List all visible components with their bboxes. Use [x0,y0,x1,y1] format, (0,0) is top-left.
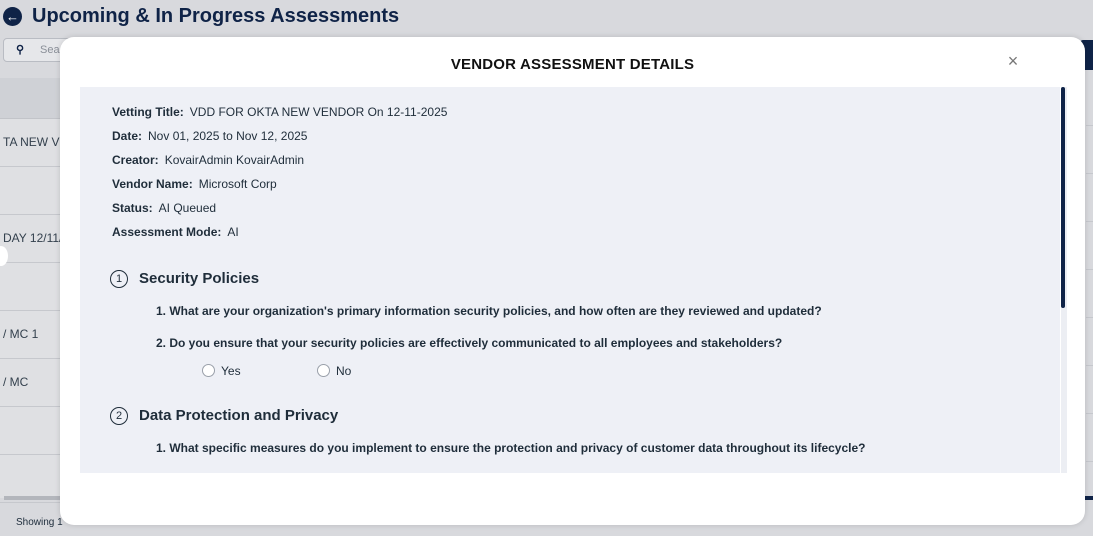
horizontal-scrollbar-end [1084,496,1093,500]
table-row[interactable] [0,407,62,455]
assessments-table: TA NEW V DAY 12/11/ / MC 1 / MC [0,78,62,503]
table-row[interactable]: / MC [0,359,62,407]
radio-circle-icon[interactable] [317,364,330,377]
page-header: ← Upcoming & In Progress Assessments [0,0,1093,36]
table-row[interactable]: / MC 1 [0,311,62,359]
detail-label: Date: [112,129,143,143]
detail-label: Vendor Name: [112,177,193,191]
modal-title: VENDOR ASSESSMENT DETAILS [450,56,695,73]
detail-vendor-name: Vendor Name: Microsoft Corp [112,177,277,191]
detail-value: AI [227,225,239,239]
radio-circle-icon[interactable] [202,364,215,377]
detail-date: Date: Nov 01, 2025 to Nov 12, 2025 [112,129,307,143]
section-title: Security Policies [139,270,260,287]
detail-assessment-mode: Assessment Mode: AI [112,225,239,239]
radio-yes[interactable]: Yes [202,364,241,378]
table-row[interactable] [0,167,62,215]
table-row[interactable] [0,263,62,311]
section-number: 2 [110,407,128,425]
detail-label: Status: [112,201,153,215]
question-1-1: 1. What are your organization's primary … [156,304,822,318]
detail-label: Creator: [112,153,159,167]
radio-label: No [336,364,352,378]
section-number: 1 [110,270,128,288]
table-row[interactable]: DAY 12/11/ [0,215,62,263]
close-icon[interactable]: × [1004,51,1022,71]
detail-value: Nov 01, 2025 to Nov 12, 2025 [148,129,308,143]
detail-value: Microsoft Corp [198,177,277,191]
detail-value: KovairAdmin KovairAdmin [164,153,305,167]
question-1-2: 2. Do you ensure that your security poli… [156,336,783,350]
detail-vetting-title: Vetting Title: VDD FOR OKTA NEW VENDOR On… [112,105,447,119]
radio-label: Yes [221,364,241,378]
detail-value: AI Queued [158,201,217,215]
assessment-details-panel[interactable]: Vetting Title: VDD FOR OKTA NEW VENDOR On… [80,87,1060,473]
scrollbar-thumb[interactable] [1061,87,1065,308]
detail-creator: Creator: KovairAdmin KovairAdmin [112,153,304,167]
question-2-1: 1. What specific measures do you impleme… [156,441,866,455]
detail-status: Status: AI Queued [112,201,216,215]
pagination-summary: Showing 1 [16,517,63,528]
horizontal-scrollbar[interactable] [4,496,64,500]
detail-label: Vetting Title: [112,105,184,119]
detail-value: VDD FOR OKTA NEW VENDOR On 12-11-2025 [189,105,448,119]
table-right-edge [1086,78,1093,498]
vendor-assessment-modal: VENDOR ASSESSMENT DETAILS × Vetting Titl… [60,37,1085,525]
search-icon: ⚲ [16,44,25,56]
table-row[interactable]: TA NEW V [0,119,62,167]
page-title: Upcoming & In Progress Assessments [32,5,400,27]
table-header [0,78,62,119]
radio-no[interactable]: No [317,364,351,378]
section-title: Data Protection and Privacy [139,407,339,424]
search-placeholder: Sea [40,44,60,56]
back-arrow-icon[interactable]: ← [3,7,22,26]
detail-label: Assessment Mode: [112,225,222,239]
